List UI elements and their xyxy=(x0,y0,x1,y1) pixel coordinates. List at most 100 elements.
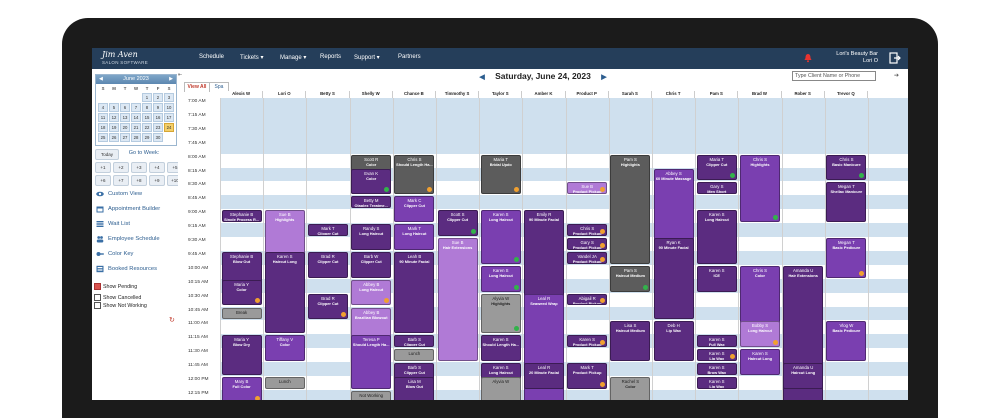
appointment-block[interactable]: Ryan K 90 Minute Facial xyxy=(653,238,694,320)
appointment-block[interactable]: Abbey B Long Haircut xyxy=(351,279,392,306)
calendar-day[interactable]: 5 xyxy=(109,103,119,112)
nav-reports[interactable]: Reports xyxy=(320,54,341,60)
appointment-block[interactable]: Karen S Lip Wax xyxy=(696,349,737,362)
calendar-day[interactable]: 7 xyxy=(131,103,141,112)
time-row[interactable] xyxy=(220,125,908,140)
appointment-block[interactable]: Lisa S Haircut Medium xyxy=(610,321,651,362)
appointment-block[interactable]: Chris S Should Length Ha... xyxy=(394,154,435,195)
link-wait-list[interactable]: Wait List xyxy=(96,220,130,228)
appointment-block[interactable]: Vandel JA Product Pickup xyxy=(567,251,608,264)
brand-logo[interactable]: Jim Aven SALON SOFTWARE xyxy=(100,50,148,67)
time-row[interactable] xyxy=(220,167,908,182)
appointment-block[interactable]: Bobby S Long Haircut xyxy=(739,321,781,348)
refresh-icon[interactable]: ↻ xyxy=(169,316,175,324)
appointment-block[interactable]: Pam S Haircut Medium xyxy=(610,265,651,292)
nav-manage[interactable]: Manage ▾ xyxy=(280,54,306,61)
appointment-block[interactable]: Break xyxy=(221,307,262,320)
week-button[interactable]: +7 xyxy=(113,175,129,186)
bell-icon[interactable] xyxy=(803,53,813,63)
next-month-icon[interactable]: ▶ xyxy=(169,75,173,84)
link-booked-resources[interactable]: Booked Resources xyxy=(96,265,157,273)
calendar-day[interactable]: 25 xyxy=(98,133,108,142)
link-employee-schedule[interactable]: Employee Schedule xyxy=(96,235,160,243)
appointment-block[interactable]: Maria Y Blow Dry xyxy=(221,335,262,375)
appointment-block[interactable]: Mary B Full Color xyxy=(221,377,262,400)
appointment-block[interactable]: Leal R 20 Minute Facial xyxy=(523,363,565,389)
calendar-day[interactable]: 23 xyxy=(153,123,163,132)
link-appointment-builder[interactable]: Appointment Builder xyxy=(96,205,160,213)
appointment-block[interactable]: Megan T Shellac Manicure xyxy=(826,182,867,223)
appointment-block[interactable]: Lunch xyxy=(264,377,305,389)
calendar-day[interactable]: 28 xyxy=(131,133,141,142)
week-button[interactable]: +4 xyxy=(149,162,165,173)
appointment-block[interactable]: Stephanie B Single Process R... xyxy=(221,210,262,223)
appointment-block[interactable]: Karen S Product Pickup xyxy=(567,335,608,348)
appointment-block[interactable]: Scott S Clipper Cut xyxy=(437,210,478,236)
calendar-day[interactable]: 1 xyxy=(142,93,152,102)
time-row[interactable] xyxy=(220,181,908,196)
appointment-block[interactable]: Mark C Clipper Cut xyxy=(394,196,435,223)
appointment-block[interactable]: Mark T Clipper Cut xyxy=(307,224,349,236)
calendar-day[interactable]: 10 xyxy=(164,103,174,112)
appointment-block[interactable]: Alyvia W xyxy=(480,377,521,400)
calendar-day[interactable]: 15 xyxy=(142,113,152,122)
appointment-block[interactable]: Amanda U Haircut Long xyxy=(783,363,824,389)
appointment-block[interactable]: Teresa P Should Length Ha... xyxy=(351,335,392,389)
appointment-block[interactable]: Sue B Hair Extensions xyxy=(437,238,478,362)
time-row[interactable] xyxy=(220,195,908,210)
appointment-block[interactable]: Abigail R Product Pickup xyxy=(567,293,608,306)
appointment-block[interactable]: Karen S Haircut Long xyxy=(739,349,781,375)
appointment-block[interactable]: Not Working xyxy=(351,390,392,400)
week-button[interactable]: +3 xyxy=(131,162,147,173)
checkbox[interactable] xyxy=(94,294,101,301)
appointment-block[interactable]: Brad R Clipper Cut xyxy=(307,293,349,320)
appointment-block[interactable]: Brad R Clipper Cut xyxy=(307,251,349,278)
appointment-block[interactable]: Pam S Highlights xyxy=(610,154,651,264)
calendar-day[interactable]: 8 xyxy=(142,103,152,112)
next-day-icon[interactable]: ▶ xyxy=(601,74,606,81)
appointment-block[interactable]: Karen S Brow Wax xyxy=(696,363,737,375)
appointment-block[interactable]: Rachel S Color xyxy=(610,377,651,400)
show-not-working-check[interactable]: Show Not Working xyxy=(94,302,147,309)
nav-partners[interactable]: Partners xyxy=(398,54,421,60)
appointment-block[interactable]: Maria T Bridal Updo xyxy=(480,154,521,195)
time-row[interactable] xyxy=(220,139,908,154)
appointment-block[interactable]: Karen S Lip Wax xyxy=(696,377,737,389)
prev-day-icon[interactable]: ◀ xyxy=(479,74,484,81)
appointment-block[interactable]: Gary S Product Pickup xyxy=(567,238,608,250)
appointment-block[interactable]: Karen S Long Haircut xyxy=(696,210,737,264)
calendar-day[interactable]: 14 xyxy=(131,113,141,122)
appointment-block[interactable]: Tiffany V Color xyxy=(264,335,305,362)
appointment-block[interactable]: Sue B Product Pickup xyxy=(567,182,608,195)
checkbox-checked[interactable] xyxy=(94,283,101,290)
search-go-icon[interactable]: ➔ xyxy=(894,72,899,79)
appointment-block[interactable]: Karen S Long Haircut xyxy=(480,265,521,292)
appointment-block[interactable]: Randy S Long Haircut xyxy=(351,224,392,250)
calendar-day[interactable]: 16 xyxy=(153,113,163,122)
calendar-day[interactable]: 18 xyxy=(98,123,108,132)
link-custom-view[interactable]: Custom View xyxy=(96,190,142,198)
week-button[interactable]: +9 xyxy=(149,175,165,186)
calendar-day[interactable]: 21 xyxy=(131,123,141,132)
calendar-day[interactable]: 30 xyxy=(153,133,163,142)
appointment-block[interactable]: Karen S Should Length Ha... xyxy=(480,335,521,362)
appointment-block[interactable]: Maria T Clipper Cut xyxy=(696,154,737,181)
appointment-block[interactable]: Barb W Clipper Cut xyxy=(351,251,392,278)
calendar-day[interactable]: 26 xyxy=(109,133,119,142)
show-pending-check[interactable]: Show Pending xyxy=(94,283,137,290)
appointment-block[interactable]: Karen S Haircut Long xyxy=(264,251,305,334)
appointment-block[interactable]: Megan T Basic Pedicure xyxy=(826,238,867,278)
week-button[interactable]: +2 xyxy=(113,162,129,173)
appointment-block[interactable]: Lisa M Blow Out xyxy=(394,377,435,400)
appointment-block[interactable]: Karen S ICE xyxy=(696,265,737,292)
calendar-day[interactable]: 9 xyxy=(153,103,163,112)
calendar-day[interactable]: 19 xyxy=(109,123,119,132)
calendar-day[interactable]: 11 xyxy=(98,113,108,122)
client-search-input[interactable]: Type Client Name or Phone xyxy=(792,71,876,81)
appointment-block[interactable]: Gary S Men Short xyxy=(696,182,737,195)
appointment-block[interactable]: Karen S Long Haircut xyxy=(480,210,521,264)
prev-month-icon[interactable]: ◀ xyxy=(99,75,103,84)
link-color-key[interactable]: Color Key xyxy=(96,250,133,258)
appointment-block[interactable]: Chris S Product Pickup xyxy=(567,224,608,236)
time-row[interactable] xyxy=(220,111,908,126)
